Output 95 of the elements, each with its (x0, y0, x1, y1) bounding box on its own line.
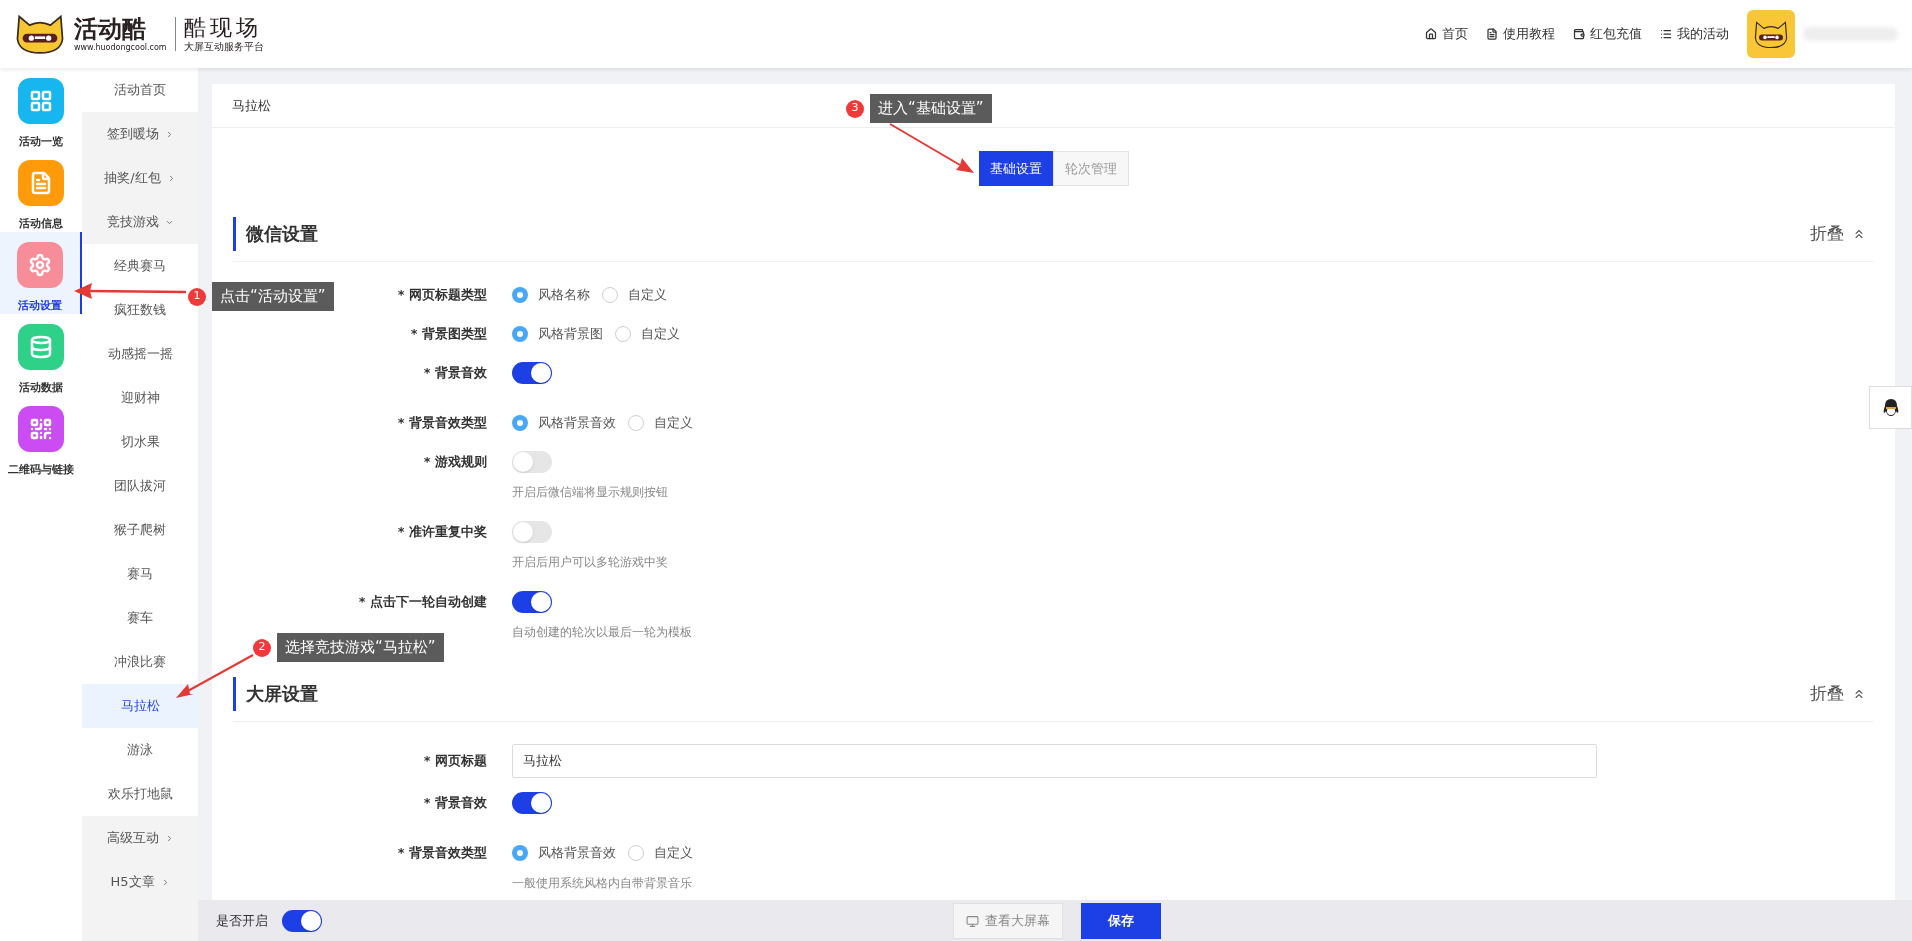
submenu-group-label: H5文章 (110, 873, 155, 892)
brand-url: www.huodongcool.com (74, 43, 167, 53)
product-tagline: 大屏互动服务平台 (183, 41, 264, 53)
radio-button[interactable] (628, 415, 644, 431)
submenu-group[interactable]: 签到暖场 (82, 112, 198, 156)
submenu-item[interactable]: 团队拔河 (82, 464, 198, 508)
nav-link[interactable]: 我的活动 (1660, 24, 1729, 44)
toggle-switch[interactable] (512, 362, 552, 384)
nav-link[interactable]: 红包充值 (1573, 24, 1642, 44)
toggle-switch[interactable] (512, 521, 552, 543)
radio-label: 自定义 (641, 325, 680, 344)
product-name: 酷现场 (183, 15, 263, 41)
card-title: 马拉松 (232, 96, 271, 115)
submenu-item[interactable]: 迎财神 (82, 376, 198, 420)
qq-chat-button[interactable] (1869, 386, 1912, 429)
toggle-switch[interactable] (512, 591, 552, 613)
submenu-item[interactable]: 经典赛马 (82, 244, 198, 288)
chevrons-up-icon (1852, 227, 1866, 241)
submenu-item[interactable]: 活动首页 (82, 68, 198, 112)
home-icon (1425, 28, 1437, 40)
submenu-group-label: 抽奖/红包 (104, 169, 161, 188)
tab[interactable]: 基础设置 (978, 151, 1053, 186)
field-label: * 背景图类型 (410, 325, 487, 343)
submenu-group[interactable]: H5文章 (82, 860, 198, 904)
field-label: * 游戏规则 (423, 453, 487, 471)
hint-text: 自动创建的轮次以最后一轮为模板 (512, 624, 692, 641)
submenu-item[interactable]: 马拉松 (82, 684, 198, 728)
hint-text: 开启后用户可以多轮游戏中奖 (512, 554, 668, 571)
radio-button[interactable] (602, 287, 618, 303)
field-label: * 网页标题 (423, 752, 487, 770)
avatar[interactable] (1747, 10, 1795, 58)
cat-logo-icon (1753, 19, 1789, 49)
collapse-button[interactable]: 折叠 (1810, 221, 1866, 247)
submenu-item[interactable]: 游泳 (82, 728, 198, 772)
field-label: * 背景音效类型 (397, 414, 487, 432)
brand-name: 活动酷 (74, 15, 147, 43)
radio-button[interactable] (512, 326, 528, 342)
submenu-item[interactable]: 赛马 (82, 552, 198, 596)
radio-label: 风格名称 (538, 286, 590, 305)
submenu-item[interactable]: 切水果 (82, 420, 198, 464)
field-label: * 背景音效类型 (397, 844, 487, 862)
callout-label: 选择竞技游戏“马拉松” (277, 633, 444, 662)
collapse-button[interactable]: 折叠 (1810, 681, 1866, 707)
field-label: * 背景音效 (423, 794, 487, 812)
radio-button[interactable] (628, 845, 644, 861)
radio-label: 自定义 (654, 414, 693, 433)
submenu-item[interactable]: 猴子爬树 (82, 508, 198, 552)
radio-label: 风格背景音效 (538, 414, 616, 433)
callout-label: 点击“活动设置” (212, 282, 334, 311)
hint-text: 一般使用系统风格内自带背景音乐 (512, 875, 693, 892)
monitor-icon (966, 914, 979, 928)
sidebar-item[interactable]: 活动设置 (0, 232, 82, 314)
field-label: * 点击下一轮自动创建 (358, 593, 487, 611)
callout-label: 进入“基础设置” (870, 94, 992, 123)
radio-label: 风格背景音效 (538, 844, 616, 863)
sidebar-item[interactable]: 活动一览 (0, 68, 82, 150)
submenu-group[interactable]: 抽奖/红包 (82, 156, 198, 200)
submenu-item[interactable]: 欢乐打地鼠 (82, 772, 198, 816)
submenu-group-label: 高级互动 (106, 829, 159, 848)
toggle-switch[interactable] (512, 792, 552, 814)
radio-label: 风格背景图 (538, 325, 603, 344)
field-label: * 背景音效 (423, 364, 487, 382)
radio-label: 自定义 (628, 286, 667, 305)
field-label: * 准许重复中奖 (397, 523, 487, 541)
enable-label: 是否开启 (216, 911, 268, 930)
wallet-icon (1573, 28, 1585, 40)
sidebar-item[interactable]: 二维码与链接 (0, 396, 82, 478)
submenu-item[interactable]: 赛车 (82, 596, 198, 640)
cat-logo-icon (14, 13, 66, 55)
submenu-group-label: 竞技游戏 (106, 213, 159, 232)
radio-label: 自定义 (654, 844, 693, 863)
submenu-group[interactable]: 竞技游戏 (82, 200, 198, 244)
submenu-item[interactable]: 冲浪比赛 (82, 640, 198, 684)
text-input-field[interactable]: 马拉松 (512, 744, 1597, 778)
section-title: 大屏设置 (233, 677, 318, 711)
radio-button[interactable] (512, 845, 528, 861)
radio-button[interactable] (615, 326, 631, 342)
hint-text: 开启后微信端将显示规则按钮 (512, 484, 668, 501)
sidebar-item[interactable]: 活动信息 (0, 150, 82, 232)
submenu-item[interactable]: 动感摇一摇 (82, 332, 198, 376)
nav-link[interactable]: 使用教程 (1486, 24, 1555, 44)
submenu-group-label: 签到暖场 (106, 125, 159, 144)
document-icon (1486, 28, 1498, 40)
submenu-group[interactable]: 高级互动 (82, 816, 198, 860)
chevrons-up-icon (1852, 687, 1866, 701)
save-button[interactable]: 保存 (1081, 903, 1161, 939)
field-label: * 网页标题类型 (397, 286, 487, 304)
radio-button[interactable] (512, 415, 528, 431)
section-title: 微信设置 (233, 217, 318, 251)
toggle-switch[interactable] (282, 909, 322, 932)
list-icon (1660, 28, 1672, 40)
toggle-switch[interactable] (512, 451, 552, 473)
nav-link[interactable]: 首页 (1425, 24, 1468, 44)
radio-button[interactable] (512, 287, 528, 303)
sidebar-item[interactable]: 活动数据 (0, 314, 82, 396)
